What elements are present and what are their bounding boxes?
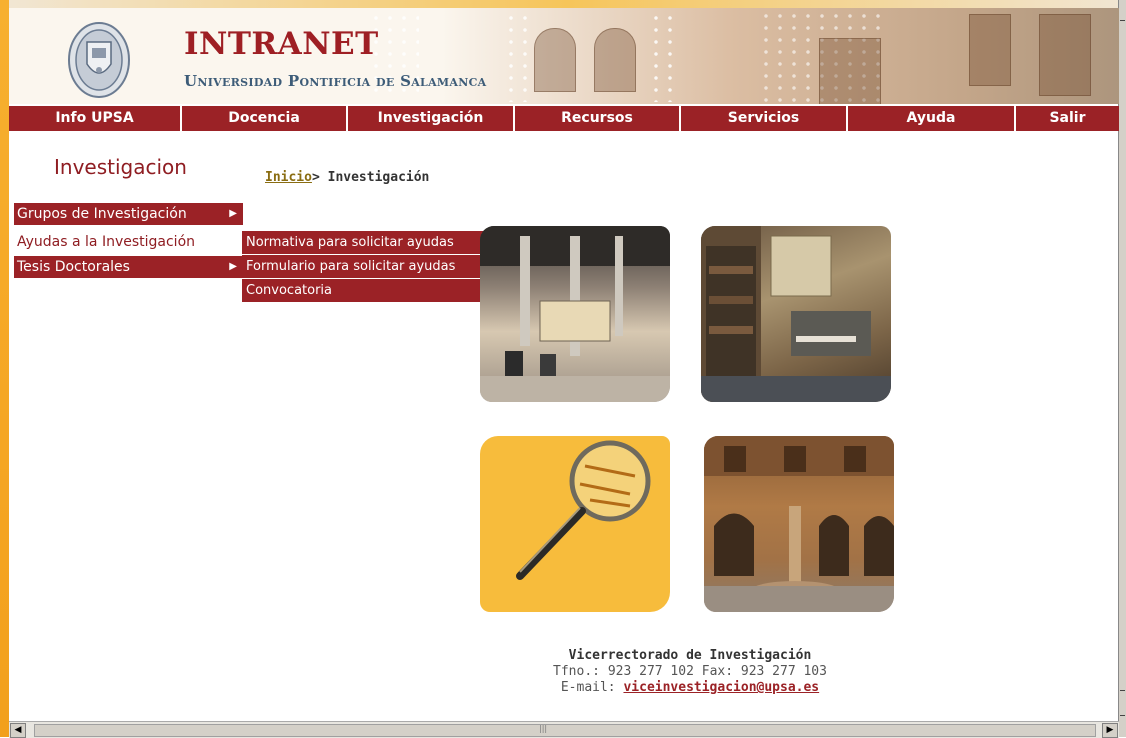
nav-item-salir[interactable]: Salir: [1016, 106, 1119, 131]
scroll-grip-icon: |||: [539, 724, 548, 733]
sidebar-item-ayudas[interactable]: Ayudas a la Investigación: [14, 231, 243, 253]
breadcrumb-home-link[interactable]: Inicio: [265, 170, 312, 185]
main-nav: Info UPSA Docencia Investigación Recurso…: [9, 106, 1119, 131]
courtyard-photo: [704, 436, 894, 612]
contact-footer: Vicerrectorado de Investigación Tfno.: 9…: [520, 648, 860, 696]
site-subtitle: Universidad Pontificia de Salamanca: [184, 72, 487, 90]
chevron-right-icon: ▶: [229, 261, 237, 272]
sidebar-item-tesis[interactable]: Tesis Doctorales ▶: [14, 256, 243, 278]
office-name: Vicerrectorado de Investigación: [568, 648, 812, 663]
window-frame-left: [0, 0, 9, 737]
chevron-right-icon: ▶: [229, 208, 237, 219]
submenu-item-normativa[interactable]: Normativa para solicitar ayudas: [242, 231, 488, 255]
horizontal-scrollbar[interactable]: ◀ ||| ▶: [9, 721, 1119, 738]
window-frame-top: [9, 0, 1126, 8]
studio-photo: [480, 226, 670, 402]
university-seal-logo: [68, 22, 130, 98]
email-label: E-mail:: [560, 680, 616, 695]
sidebar-item-grupos[interactable]: Grupos de Investigación ▶: [14, 203, 243, 225]
nav-item-docencia[interactable]: Docencia: [182, 106, 348, 131]
breadcrumb-current: Investigación: [327, 170, 430, 185]
vertical-scrollbar[interactable]: [1118, 0, 1126, 737]
submenu-item-convocatoria[interactable]: Convocatoria: [242, 279, 488, 302]
submenu-item-formulario[interactable]: Formulario para solicitar ayudas: [242, 255, 488, 279]
nav-item-info-upsa[interactable]: Info UPSA: [9, 106, 182, 131]
section-title: Investigacion: [54, 155, 187, 179]
magnifying-glass-image: [480, 436, 670, 612]
phone-fax-line: Tfno.: 923 277 102 Fax: 923 277 103: [553, 664, 827, 679]
library-photo: [701, 226, 891, 402]
nav-item-recursos[interactable]: Recursos: [515, 106, 681, 131]
sidebar-item-label: Ayudas a la Investigación: [17, 234, 196, 250]
nav-item-servicios[interactable]: Servicios: [681, 106, 848, 131]
site-title: INTRANET: [184, 26, 379, 62]
ayudas-submenu: Normativa para solicitar ayudas Formular…: [242, 231, 488, 302]
sidebar-item-label: Grupos de Investigación: [17, 206, 187, 222]
site-header: INTRANET Universidad Pontificia de Salam…: [9, 8, 1119, 104]
scroll-left-button[interactable]: ◀: [10, 723, 26, 738]
scroll-right-button[interactable]: ▶: [1102, 723, 1118, 738]
breadcrumb-separator: >: [311, 170, 320, 185]
sidebar-item-label: Tesis Doctorales: [17, 259, 130, 275]
breadcrumb: Inicio> Investigación: [265, 170, 429, 185]
nav-item-ayuda[interactable]: Ayuda: [848, 106, 1016, 131]
scroll-thumb[interactable]: [34, 724, 1096, 737]
email-link[interactable]: viceinvestigacion@upsa.es: [623, 680, 819, 695]
nav-item-investigacion[interactable]: Investigación: [348, 106, 515, 131]
